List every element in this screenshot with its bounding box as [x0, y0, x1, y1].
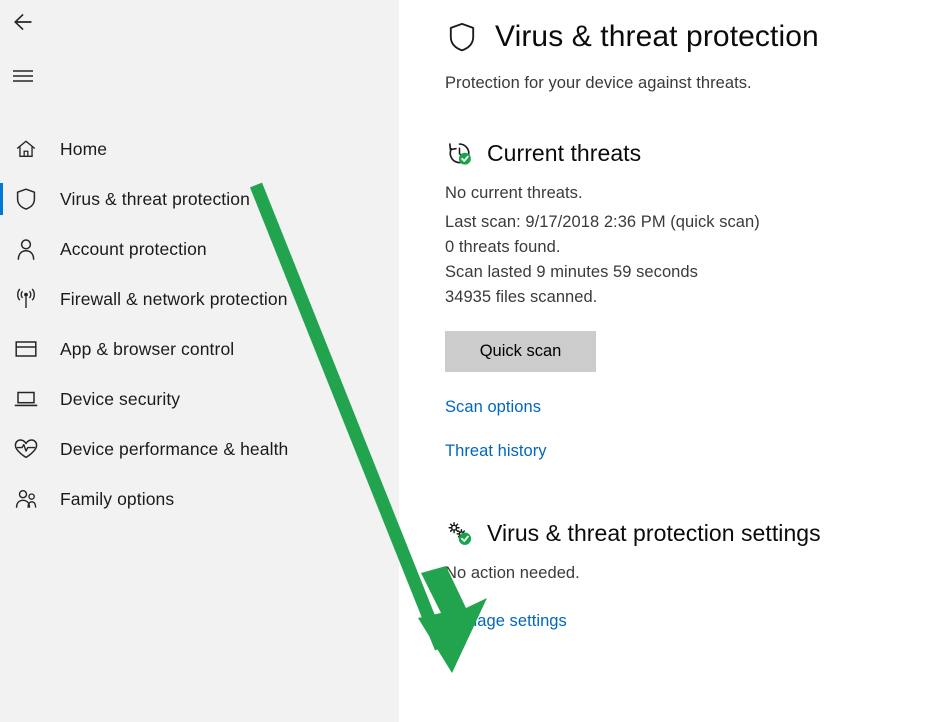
current-threats-header: Current threats: [445, 139, 938, 167]
sidebar-item-label: Device performance & health: [60, 438, 289, 459]
protection-settings-status: No action needed.: [445, 564, 580, 582]
scan-duration-text: Scan lasted 9 minutes 59 seconds: [445, 263, 698, 281]
sidebar-item-label: Device security: [60, 388, 181, 409]
threat-history-link[interactable]: Threat history: [445, 442, 938, 461]
person-icon: [12, 235, 40, 263]
protection-settings-header: Virus & threat protection settings: [445, 519, 938, 547]
windows-security-window: Home Virus & threat protection Account p…: [0, 0, 938, 722]
sidebar-item-label: Account protection: [60, 238, 207, 259]
quick-scan-button[interactable]: Quick scan: [445, 331, 596, 372]
sidebar-item-device-performance-health[interactable]: Device performance & health: [0, 424, 399, 474]
sidebar-nav-list: Home Virus & threat protection Account p…: [0, 124, 399, 524]
scan-options-link[interactable]: Scan options: [445, 398, 938, 417]
sidebar-item-account-protection[interactable]: Account protection: [0, 224, 399, 274]
sidebar-item-device-security[interactable]: Device security: [0, 374, 399, 424]
gears-check-icon: [445, 519, 473, 547]
wireless-signal-icon: [12, 285, 40, 313]
sidebar-item-home[interactable]: Home: [0, 124, 399, 174]
sidebar-item-family-options[interactable]: Family options: [0, 474, 399, 524]
window-icon: [12, 335, 40, 363]
threats-found-text: 0 threats found.: [445, 238, 561, 256]
page-title: Virus & threat protection: [495, 20, 819, 53]
page-subtitle: Protection for your device against threa…: [445, 74, 752, 92]
threat-status-text: No current threats.: [445, 184, 583, 202]
sidebar-item-app-browser-control[interactable]: App & browser control: [0, 324, 399, 374]
sidebar-item-label: App & browser control: [60, 338, 235, 359]
sidebar-item-label: Virus & threat protection: [60, 188, 250, 209]
home-icon: [12, 135, 40, 163]
shield-icon: [12, 185, 40, 213]
last-scan-text: Last scan: 9/17/2018 2:36 PM (quick scan…: [445, 213, 760, 231]
section-title: Virus & threat protection settings: [487, 519, 821, 546]
sidebar-item-firewall-network-protection[interactable]: Firewall & network protection: [0, 274, 399, 324]
heart-pulse-icon: [12, 435, 40, 463]
shield-icon: [445, 20, 479, 54]
protection-settings-section: Virus & threat protection settings No ac…: [445, 519, 938, 631]
sidebar-item-label: Home: [60, 138, 108, 159]
protection-settings-details: No action needed.: [445, 561, 938, 586]
navigation-sidebar: Home Virus & threat protection Account p…: [0, 0, 399, 722]
hamburger-menu-icon[interactable]: [0, 56, 48, 96]
sidebar-item-label: Family options: [60, 488, 175, 509]
section-title: Current threats: [487, 139, 642, 166]
people-icon: [12, 485, 40, 513]
laptop-icon: [12, 385, 40, 413]
manage-settings-link[interactable]: Manage settings: [445, 612, 938, 631]
scan-history-check-icon: [445, 139, 473, 167]
sidebar-item-label: Firewall & network protection: [60, 288, 288, 309]
sidebar-item-virus-threat-protection[interactable]: Virus & threat protection: [0, 174, 399, 224]
current-threats-section: Current threats No current threats. Last…: [445, 139, 938, 461]
sidebar-top-controls: [0, 2, 399, 96]
back-arrow-icon[interactable]: [0, 2, 48, 42]
current-threats-details: No current threats. Last scan: 9/17/2018…: [445, 181, 938, 310]
files-scanned-text: 34935 files scanned.: [445, 288, 598, 306]
main-content-pane: Virus & threat protection Protection for…: [399, 0, 938, 722]
page-header: Virus & threat protection: [445, 20, 938, 54]
